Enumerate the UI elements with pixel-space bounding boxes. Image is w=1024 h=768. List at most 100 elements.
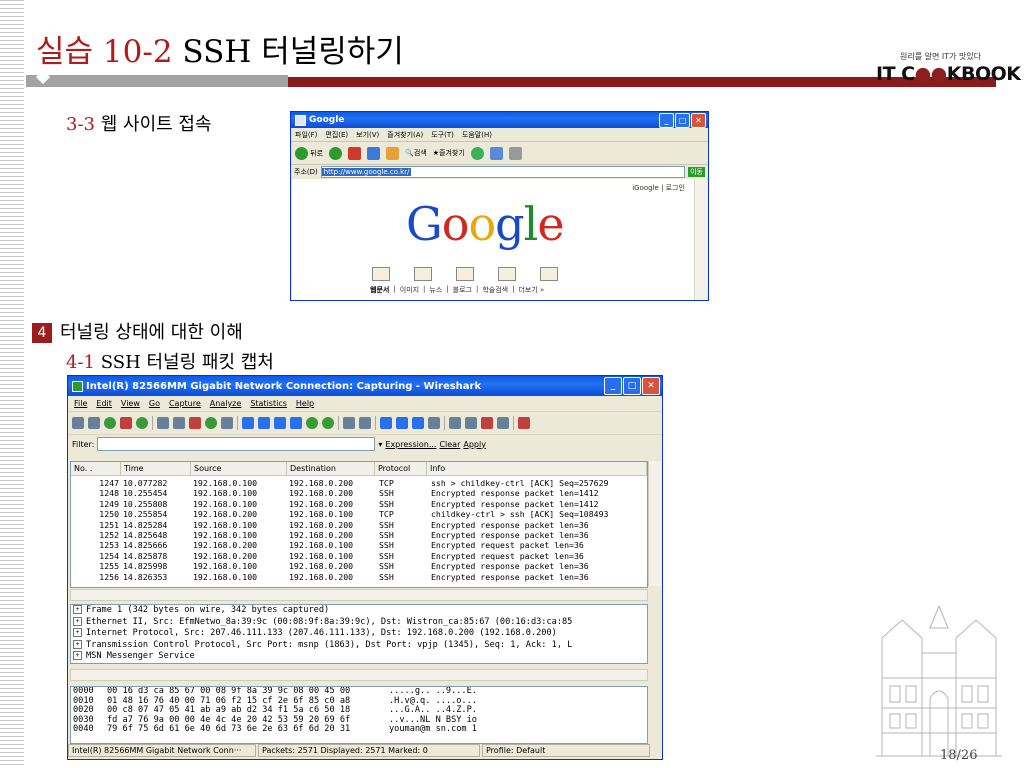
close-icon[interactable]: ✕ bbox=[691, 113, 706, 128]
link-more[interactable]: 더보기 » bbox=[518, 285, 544, 295]
minimize-icon[interactable]: _ bbox=[604, 377, 622, 395]
go-last-icon[interactable] bbox=[322, 417, 334, 429]
maximize-icon[interactable]: □ bbox=[675, 113, 690, 128]
menu-help[interactable]: 도움말(H) bbox=[462, 130, 492, 140]
col-header-source[interactable]: Source bbox=[191, 462, 287, 476]
options-icon[interactable] bbox=[88, 417, 100, 429]
go-button[interactable]: 이동 bbox=[688, 167, 705, 177]
colorize-icon[interactable] bbox=[343, 417, 355, 429]
stop-capture-icon[interactable] bbox=[120, 417, 132, 429]
menu-view[interactable]: 보기(V) bbox=[356, 130, 379, 140]
packet-row[interactable]: 1248 10.255454 192.168.0.100 192.168.0.200 S… bbox=[71, 488, 647, 498]
home-icon[interactable] bbox=[386, 146, 400, 160]
go-forward-icon[interactable] bbox=[274, 417, 286, 429]
minimize-icon[interactable]: _ bbox=[659, 113, 674, 128]
mail-icon[interactable] bbox=[489, 146, 503, 160]
resize-columns-icon[interactable] bbox=[428, 417, 440, 429]
col-header-time[interactable]: Time bbox=[121, 462, 191, 476]
find-icon[interactable] bbox=[242, 417, 254, 429]
packet-row[interactable]: 1255 14.825998 192.168.0.100 192.168.0.200 S… bbox=[71, 561, 647, 571]
packet-row[interactable]: 1254 14.825878 192.168.0.200 192.168.0.100 S… bbox=[71, 551, 647, 561]
forward-arrow-icon[interactable] bbox=[329, 146, 343, 160]
maximize-icon[interactable]: □ bbox=[623, 377, 641, 395]
capture-filters-icon[interactable] bbox=[449, 417, 461, 429]
menu-favorites[interactable]: 즐겨찾기(A) bbox=[387, 130, 423, 140]
status-profile[interactable]: Profile: Default bbox=[482, 743, 650, 757]
open-icon[interactable] bbox=[157, 417, 169, 429]
menu-edit[interactable]: 편집(E) bbox=[325, 130, 348, 140]
menu-go[interactable]: Go bbox=[149, 399, 160, 408]
detail-row-ip[interactable]: + Internet Protocol, Src: 207.46.111.133 … bbox=[71, 628, 647, 640]
link-news[interactable]: 뉴스 bbox=[429, 285, 442, 295]
zoom-in-icon[interactable] bbox=[380, 417, 392, 429]
restart-capture-icon[interactable] bbox=[136, 417, 148, 429]
favorites-button[interactable]: ★즐겨찾기 bbox=[433, 148, 465, 158]
packet-row[interactable]: 1253 14.825666 192.168.0.200 192.168.0.100 S… bbox=[71, 540, 647, 550]
hex-row[interactable]: 0040 79 6f 75 6d 61 6e 40 6d 73 6e 2e 63 … bbox=[71, 725, 647, 735]
link-images[interactable]: 이미지 bbox=[400, 285, 419, 295]
packet-row[interactable]: 1251 14.825284 192.168.0.100 192.168.0.200 S… bbox=[71, 520, 647, 530]
filter-dropdown-icon[interactable]: ▾ bbox=[378, 440, 382, 449]
details-horizontal-scrollbar[interactable] bbox=[70, 669, 648, 681]
packet-row[interactable]: 1256 14.826353 192.168.0.100 192.168.0.200 S… bbox=[71, 572, 647, 582]
link-scholar[interactable]: 학술검색 bbox=[482, 285, 508, 295]
google-top-links[interactable]: iGoogle | 로그인 bbox=[632, 183, 685, 193]
expand-icon[interactable]: + bbox=[73, 639, 82, 649]
filter-input[interactable] bbox=[97, 437, 376, 451]
search-button[interactable]: 🔍검색 bbox=[405, 148, 427, 158]
refresh-icon[interactable] bbox=[367, 146, 381, 160]
coloring-rules-icon[interactable] bbox=[481, 417, 493, 429]
print-icon[interactable] bbox=[508, 146, 522, 160]
go-first-icon[interactable] bbox=[306, 417, 318, 429]
col-header-no[interactable]: No. . bbox=[71, 462, 121, 476]
packet-row[interactable]: 1247 10.077282 192.168.0.100 192.168.0.200 T… bbox=[71, 478, 647, 488]
packet-row[interactable]: 1252 14.825648 192.168.0.100 192.168.0.200 S… bbox=[71, 530, 647, 540]
packet-list-horizontal-scrollbar[interactable] bbox=[70, 589, 648, 601]
autoscroll-icon[interactable] bbox=[359, 417, 371, 429]
apply-button[interactable]: Apply bbox=[463, 440, 486, 449]
expand-icon[interactable]: + bbox=[73, 605, 82, 614]
reload-icon[interactable] bbox=[205, 417, 217, 429]
save-icon[interactable] bbox=[173, 417, 185, 429]
packet-row[interactable]: 1249 10.255808 192.168.0.100 192.168.0.200 S… bbox=[71, 499, 647, 509]
expand-icon[interactable]: + bbox=[73, 651, 82, 660]
expand-icon[interactable]: + bbox=[73, 628, 82, 637]
detail-row-ethernet[interactable]: + Ethernet II, Src: EfmNetwo_8a:39:9c (00… bbox=[71, 616, 647, 629]
menu-analyze[interactable]: Analyze bbox=[210, 399, 242, 408]
zoom-normal-icon[interactable] bbox=[412, 417, 424, 429]
close-icon[interactable]: ✕ bbox=[642, 377, 660, 395]
clear-button[interactable]: Clear bbox=[439, 440, 460, 449]
menu-edit[interactable]: Edit bbox=[96, 399, 112, 408]
col-header-protocol[interactable]: Protocol bbox=[375, 462, 427, 476]
address-input[interactable]: http://www.google.co.kr/ bbox=[320, 166, 686, 178]
news-icon[interactable] bbox=[456, 267, 474, 281]
menu-file[interactable]: File bbox=[74, 399, 87, 408]
col-header-destination[interactable]: Destination bbox=[287, 462, 375, 476]
interfaces-icon[interactable] bbox=[72, 417, 84, 429]
packet-row[interactable]: 1250 10.255854 192.168.0.200 192.168.0.100 T… bbox=[71, 509, 647, 519]
ie-vertical-scrollbar[interactable] bbox=[694, 179, 707, 300]
scholar-icon[interactable] bbox=[540, 267, 558, 281]
go-to-packet-icon[interactable] bbox=[290, 417, 302, 429]
menu-file[interactable]: 파일(F) bbox=[295, 130, 317, 140]
preferences-icon[interactable] bbox=[497, 417, 509, 429]
back-button[interactable]: 뒤로 bbox=[295, 146, 323, 160]
detail-row-msn[interactable]: + MSN Messenger Service bbox=[71, 651, 647, 663]
menu-capture[interactable]: Capture bbox=[169, 399, 201, 408]
packet-list-vertical-scrollbar[interactable] bbox=[648, 461, 661, 586]
col-header-info[interactable]: Info bbox=[427, 462, 647, 476]
expression-button[interactable]: Expression... bbox=[385, 440, 436, 449]
print-icon[interactable] bbox=[221, 417, 233, 429]
display-filters-icon[interactable] bbox=[465, 417, 477, 429]
menu-statistics[interactable]: Statistics bbox=[250, 399, 287, 408]
blog-icon[interactable] bbox=[498, 267, 516, 281]
expand-icon[interactable]: + bbox=[73, 616, 82, 626]
stop-icon[interactable] bbox=[348, 146, 362, 160]
search-icon[interactable] bbox=[372, 267, 390, 281]
menu-help[interactable]: Help bbox=[296, 399, 314, 408]
detail-row-frame[interactable]: + Frame 1 (342 bytes on wire, 342 bytes c… bbox=[71, 605, 647, 617]
menu-view[interactable]: View bbox=[121, 399, 140, 408]
go-back-icon[interactable] bbox=[258, 417, 270, 429]
history-icon[interactable] bbox=[470, 146, 484, 160]
start-capture-icon[interactable] bbox=[104, 417, 116, 429]
